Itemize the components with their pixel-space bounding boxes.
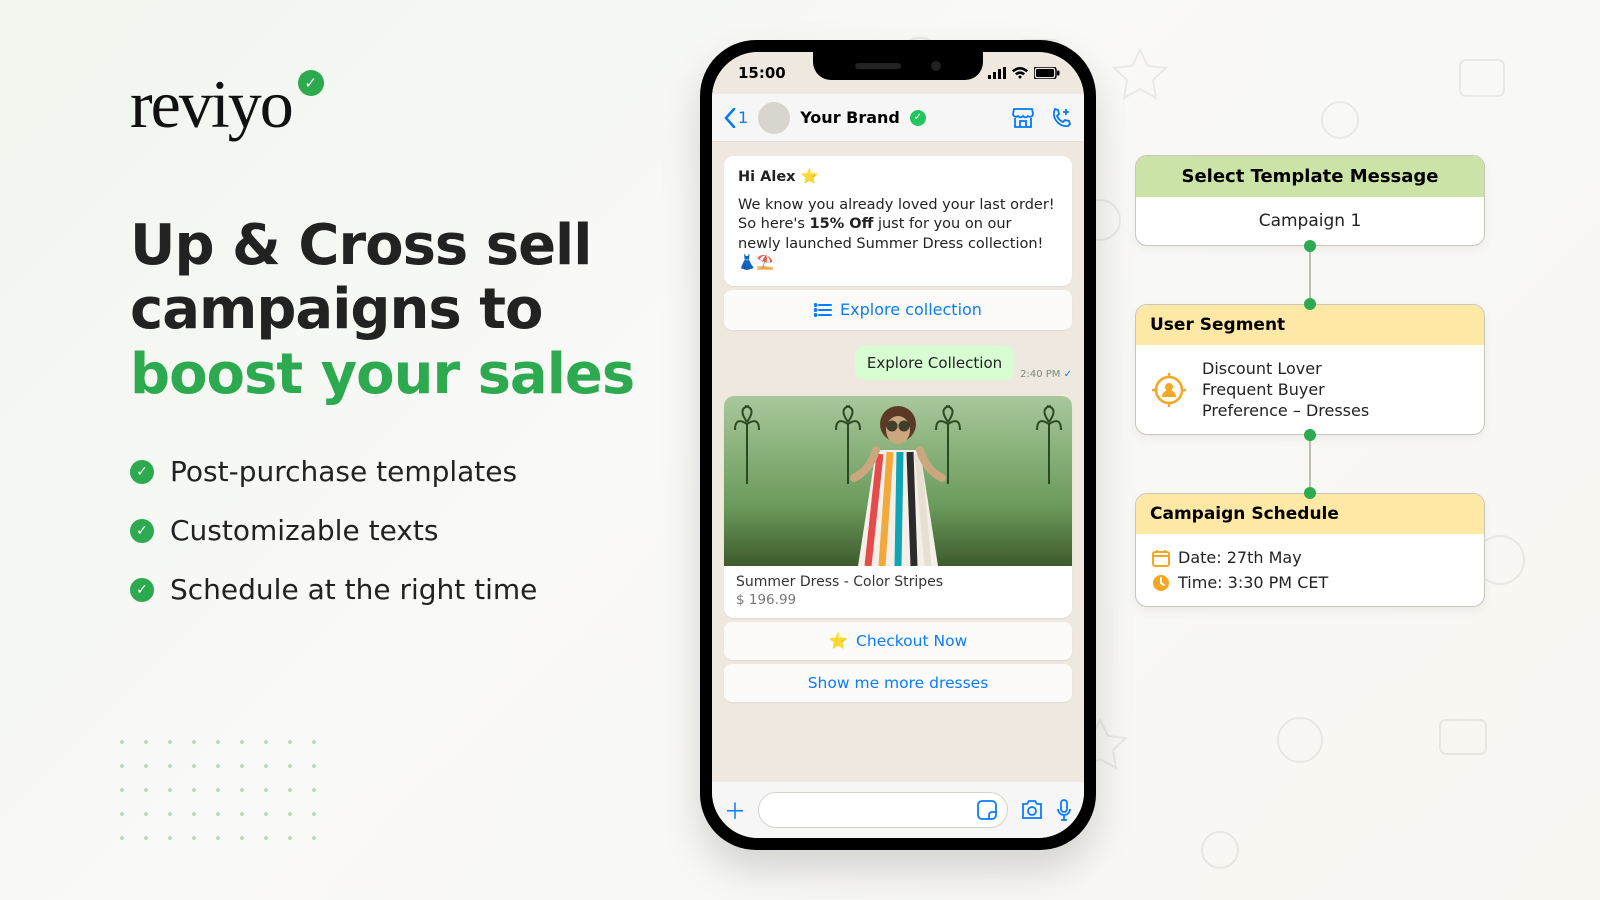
avatar[interactable] [758,102,790,134]
check-icon: ✓ [130,578,154,602]
model-illustration [828,406,968,566]
signal-icon [988,67,1006,79]
bullet-text: Customizable texts [170,514,438,547]
flow-connector [1309,246,1311,304]
decorative-dots [110,730,330,860]
segment-line: Frequent Buyer [1202,380,1369,399]
reply-chip: Explore Collection [855,346,1014,380]
time-label: Time: [1178,573,1228,592]
sticker-icon[interactable] [977,800,997,820]
promo-stage: { "brand": {"name": "reviyo"}, "headline… [0,0,1600,900]
schedule-title: Campaign Schedule [1136,494,1484,534]
brand-name[interactable]: Your Brand [800,108,900,127]
msg-greeting: Hi Alex ⭐ [738,168,1058,188]
product-card[interactable]: Summer Dress - Color Stripes $ 196.99 [724,396,1072,618]
template-card[interactable]: Select Template Message Campaign 1 [1135,155,1485,246]
target-user-icon [1152,373,1186,407]
template-value: Campaign 1 [1259,211,1362,231]
bullet-item: ✓ Schedule at the right time [130,573,650,606]
verified-icon: ✓ [910,110,926,126]
headline-line1: Up & Cross sell [130,214,650,278]
back-count: 1 [738,108,748,127]
date-label: Date: [1178,548,1227,567]
camera-icon[interactable] [1020,800,1044,820]
chat-header: 1 Your Brand ✓ [712,94,1084,142]
time-value: 3:30 PM CET [1228,573,1329,592]
bullet-text: Post-purchase templates [170,455,517,488]
more-label: Show me more dresses [808,674,989,692]
feature-bullets: ✓ Post-purchase templates ✓ Customizable t… [130,455,650,606]
verified-badge-icon: ✓ [298,70,324,96]
explore-collection-button[interactable]: Explore collection [724,290,1072,330]
back-button[interactable]: 1 [724,108,748,128]
bullet-text: Schedule at the right time [170,573,537,606]
logo-text: reviyo [130,65,292,144]
segment-card[interactable]: User Segment Discount Lover Frequent Buy… [1135,304,1485,435]
battery-icon [1034,67,1060,79]
checkout-button[interactable]: ⭐ Checkout Now [724,622,1072,660]
headline-line2: campaigns to [130,278,650,342]
plus-icon[interactable]: ＋ [724,794,746,826]
chat-body: Hi Alex ⭐ We know you already loved your… [712,142,1084,782]
bullet-item: ✓ Post-purchase templates [130,455,650,488]
mic-icon[interactable] [1056,799,1072,821]
phone-mockup: 15:00 1 Your Brand ✓ Hi Alex ⭐ We [700,40,1096,850]
read-receipt-icon: ✓ [1064,369,1072,380]
reply-time: 2:40 PM [1020,369,1060,380]
status-icons [988,67,1060,79]
left-column: reviyo ✓ Up & Cross sell campaigns to bo… [130,65,650,606]
clock-icon [1152,574,1170,592]
headline: Up & Cross sell campaigns to boost your … [130,214,650,407]
headline-accent: boost your sales [130,343,650,407]
wifi-icon [1012,67,1028,79]
calendar-icon [1152,549,1170,567]
checkout-label: Checkout Now [856,632,967,650]
more-dresses-button[interactable]: Show me more dresses [724,664,1072,702]
segment-title: User Segment [1136,305,1484,345]
incoming-message: Hi Alex ⭐ We know you already loved your… [724,156,1072,286]
check-icon: ✓ [130,519,154,543]
campaign-flow: Select Template Message Campaign 1 User … [1135,155,1485,607]
shop-icon[interactable] [1012,108,1034,128]
segment-line: Preference – Dresses [1202,401,1369,420]
product-title: Summer Dress - Color Stripes [736,574,1060,590]
bullet-item: ✓ Customizable texts [130,514,650,547]
product-image [724,396,1072,566]
product-price: $ 196.99 [736,592,1060,608]
date-value: 27th May [1227,548,1302,567]
template-title: Select Template Message [1136,156,1484,197]
phone-notch [813,52,983,80]
list-icon [814,303,832,317]
phone-screen: 15:00 1 Your Brand ✓ Hi Alex ⭐ We [712,52,1084,838]
chat-input-bar: ＋ [712,782,1084,838]
call-icon[interactable] [1050,107,1072,129]
explore-label: Explore collection [840,300,982,319]
outgoing-reply: Explore Collection 2:40 PM ✓ [724,346,1072,380]
star-icon: ⭐ [829,632,848,650]
check-icon: ✓ [130,460,154,484]
segment-line: Discount Lover [1202,359,1369,378]
message-input[interactable] [758,792,1008,828]
chevron-left-icon [724,108,736,128]
schedule-card[interactable]: Campaign Schedule Date: 27th May Time: 3… [1135,493,1485,607]
msg-offer: 15% Off [810,216,874,232]
flow-connector [1309,435,1311,493]
status-time: 15:00 [738,64,786,82]
logo: reviyo ✓ [130,65,650,144]
